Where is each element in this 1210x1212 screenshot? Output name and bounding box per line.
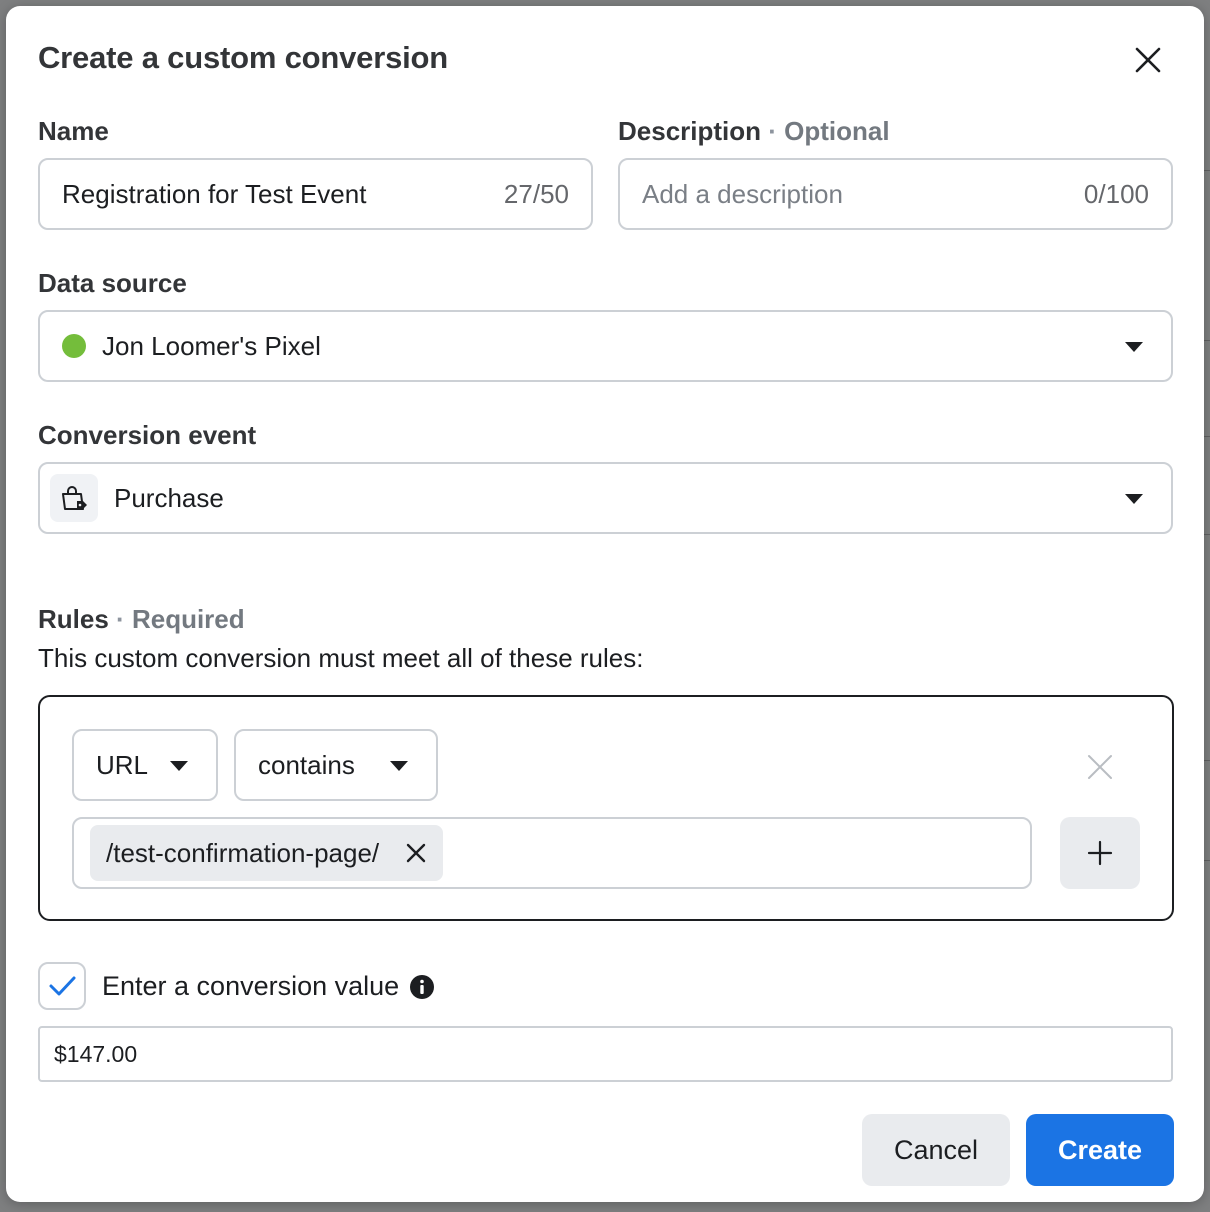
remove-rule-button[interactable] <box>1086 753 1114 781</box>
plus-icon <box>1087 840 1113 866</box>
chevron-down-icon <box>1125 342 1143 352</box>
pixel-status-dot <box>62 334 86 358</box>
rule-value-input[interactable]: /test-confirmation-page/ <box>72 817 1032 889</box>
description-label: Description · Optional <box>618 116 890 147</box>
rule-operator-dropdown[interactable]: contains <box>234 729 438 801</box>
description-label-separator: · <box>768 116 777 146</box>
conversion-event-select[interactable]: Purchase <box>38 462 1173 534</box>
description-input[interactable]: Add a description 0/100 <box>618 158 1173 230</box>
conversion-event-value: Purchase <box>114 482 224 513</box>
info-icon[interactable] <box>409 974 435 1000</box>
custom-conversion-dialog: Create a custom conversion Name Registra… <box>6 6 1204 1202</box>
event-icon-container <box>50 474 98 522</box>
shopping-bag-icon <box>62 486 87 510</box>
data-source-label: Data source <box>38 268 187 298</box>
data-source-value: Jon Loomer's Pixel <box>102 330 321 361</box>
rule-field-dropdown[interactable]: URL <box>72 729 218 801</box>
rules-container: URL contains /test-confirmation-page/ <box>38 695 1174 921</box>
close-icon <box>1135 47 1161 73</box>
rules-label-text: Rules <box>38 604 109 634</box>
conversion-event-label: Conversion event <box>38 420 257 450</box>
dialog-title: Create a custom conversion <box>38 40 449 75</box>
data-source-select[interactable]: Jon Loomer's Pixel <box>38 310 1173 382</box>
description-placeholder: Add a description <box>642 178 843 209</box>
description-label-text: Description <box>618 116 762 146</box>
conversion-value-checkbox[interactable] <box>38 962 86 1010</box>
conversion-value-row: Enter a conversion value <box>102 971 435 1002</box>
chevron-down-icon <box>170 761 188 771</box>
conversion-value-input[interactable]: $147.00 <box>38 1026 1173 1082</box>
rules-label-separator: · <box>116 604 125 634</box>
name-input[interactable]: Registration for Test Event 27/50 <box>38 158 593 230</box>
cancel-button[interactable]: Cancel <box>862 1114 1010 1186</box>
conversion-value-label: Enter a conversion value <box>102 971 400 1001</box>
close-button[interactable] <box>1128 40 1168 80</box>
rules-description: This custom conversion must meet all of … <box>38 643 644 673</box>
rules-label: Rules · Required <box>38 604 245 635</box>
close-icon <box>1088 755 1112 779</box>
rule-value-chip: /test-confirmation-page/ <box>90 825 444 881</box>
checkmark-icon <box>49 976 76 996</box>
rules-required-tag: Required <box>131 604 245 634</box>
description-optional-tag: Optional <box>784 116 890 146</box>
description-char-counter: 0/100 <box>1083 178 1149 209</box>
create-button[interactable]: Create <box>1026 1114 1174 1186</box>
rule-value-chip-text: /test-confirmation-page/ <box>106 837 380 868</box>
rule-operator-value: contains <box>258 749 355 780</box>
conversion-value-amount: $147.00 <box>54 1040 138 1067</box>
chevron-down-icon <box>1125 494 1143 504</box>
remove-chip-icon[interactable] <box>405 842 427 864</box>
add-rule-value-button[interactable] <box>1060 817 1140 889</box>
chevron-down-icon <box>390 761 408 771</box>
name-input-value: Registration for Test Event <box>62 178 367 209</box>
name-label: Name <box>38 116 109 146</box>
name-char-counter: 27/50 <box>503 178 569 209</box>
rule-field-value: URL <box>96 749 149 780</box>
